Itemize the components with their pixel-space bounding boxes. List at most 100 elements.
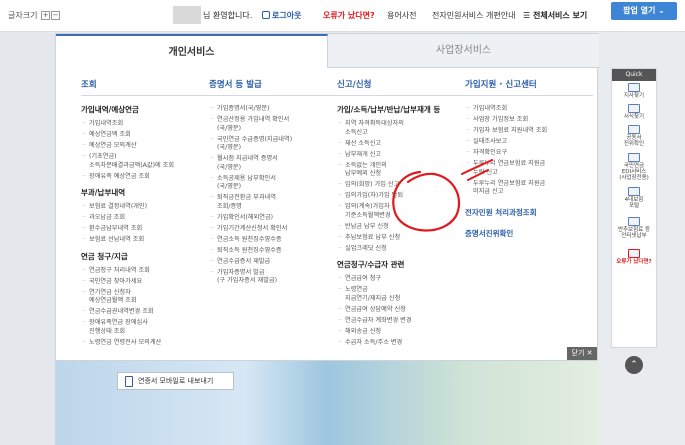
menu-link[interactable]: 소득없는 개인의 납부예외 신청	[337, 162, 465, 179]
glossary-link[interactable]: 용어사전	[387, 10, 416, 21]
certificate-verify-link[interactable]: 증명서진위확인	[465, 228, 593, 239]
quick-menu: Quick 지사찾기 서식찾기 공동서 진위확인 국민연금 EDI서비스 (사업…	[611, 68, 657, 348]
menu-link[interactable]: 두루누리 연금보험료 지원금 미지급 신고	[465, 180, 593, 197]
menu-link[interactable]: 보험료 선납내역 조회	[81, 236, 209, 245]
section-title: 가입/소득/납부/반납/납부재개 등	[337, 105, 441, 114]
column-certificate: 증명서 등 발급 가입증명서(국/영문) 연금산정용 가입내역 확인서 (국/영…	[209, 78, 337, 288]
menu-link[interactable]: 연금급여 청구	[337, 275, 465, 284]
welcome-text: 님 환영합니다.	[203, 11, 253, 20]
all-services-link[interactable]: ☰ 전체서비스 보기	[523, 10, 587, 21]
top-bar: 글자크기 + − 님 환영합니다. 로그아웃 오류가 났다면? 용어사전 전자민원…	[0, 0, 685, 32]
error-report-link[interactable]: 오류가 났다면?	[323, 10, 375, 21]
menu-link[interactable]: 지역 자격취득대상자의 소득신고	[337, 120, 465, 137]
quick-label: 서식찾기	[623, 114, 645, 120]
quick-error-report[interactable]: 오류가 났다면?	[612, 247, 656, 268]
mobile-export-label: 연증서 모바일로 내보내기	[138, 377, 214, 385]
column-inquiry: 조회 가입내역/예상연금 가입내역조회 예상연금액 조회 예상연금 모의계산 (…	[81, 78, 209, 350]
menu-link[interactable]: 수급자 소득/주소 변경	[337, 339, 465, 348]
menu-link[interactable]: 노령연금 연령전사 모의계산	[81, 339, 209, 348]
close-label: 닫기	[571, 349, 585, 357]
tab-business[interactable]: 사업장서비스	[328, 34, 599, 68]
menu-link[interactable]: 환수금납부내역 조회	[81, 225, 209, 234]
menu-link[interactable]: 연금수급증서 재발급	[209, 258, 337, 267]
quick-payment[interactable]: 반추보험료 등 인터넷납부	[612, 215, 656, 247]
quick-form-finder[interactable]: 서식찾기	[612, 102, 656, 123]
menu-link[interactable]: 자격확인요구	[465, 149, 593, 158]
menu-link[interactable]: 연금급여 상담예약 신청	[337, 306, 465, 315]
menu-link[interactable]: 실태조사보고	[465, 138, 593, 147]
font-size-label: 글자크기	[8, 11, 38, 20]
user-name-blurred	[173, 6, 201, 24]
menu-link[interactable]: 장애유족 예상연금 조회	[81, 173, 209, 182]
quick-branch-finder[interactable]: 지사찾기	[612, 81, 656, 102]
quick-label: 공동서 진위확인	[623, 135, 645, 147]
popup-label: 팝업 열기	[623, 6, 656, 15]
menu-link[interactable]: 반납금 납부 신청	[337, 223, 465, 232]
quick-verify[interactable]: 공동서 진위확인	[612, 123, 656, 151]
quick-edi[interactable]: 국민연금 EDI서비스 (사업장전용)	[612, 151, 656, 185]
menu-link[interactable]: 퇴직금전환금 부과내역 조회/증명	[209, 194, 337, 211]
quick-label: 국민연금 EDI서비스 (사업장전용)	[619, 163, 649, 181]
menu-link[interactable]: 사업장 가입정보 조회	[465, 116, 593, 125]
portal-info-link[interactable]: 전자민원서비스 개편안내	[432, 10, 516, 21]
logout-button[interactable]: 로그아웃	[262, 10, 301, 21]
menu-link[interactable]: 연금수급자 계좌변경 변경	[337, 317, 465, 326]
menu-link[interactable]: 보험료 결정내역(개인)	[81, 203, 209, 212]
close-icon: ✕	[586, 349, 593, 357]
menu-link[interactable]: 가입내역조회	[81, 120, 209, 129]
menu-link[interactable]: 퇴직소득 원천징수영수증	[209, 247, 337, 256]
menu-icon: ☰	[523, 11, 533, 20]
menu-link[interactable]: 해외송금 신청	[337, 328, 465, 337]
menu-link[interactable]: 예상연금액 조회	[81, 131, 209, 140]
section-title: 가입내역/예상연금	[81, 105, 139, 114]
menu-link[interactable]: 국민연금 수급증명(지급내역) (국/영문)	[209, 136, 337, 153]
menu-link[interactable]: 예상연금 모의계산	[81, 142, 209, 151]
mobile-export-button[interactable]: 연증서 모바일로 내보내기	[117, 372, 234, 390]
menu-link[interactable]: 연금산정용 가입내역 확인서 (국/영문)	[209, 116, 337, 133]
menu-link[interactable]: 두루누리 연금보험료 지원금 누락 신고	[465, 160, 593, 177]
font-size-control: 글자크기 + −	[8, 10, 60, 21]
menu-link[interactable]: 실업크레딧 신청	[337, 245, 465, 254]
column-apply: 신고/신청 가입/소득/납부/반납/납부재개 등 지역 자격취득대상자의 소득신…	[337, 78, 465, 350]
font-plus-button[interactable]: +	[41, 11, 50, 20]
menu-link[interactable]: 가입자증명서 발급 (구 가입자증서 재발급)	[209, 269, 337, 286]
menu-link[interactable]: 소득공제용 납부확인서 (국/영문)	[209, 175, 337, 192]
section-title: 연금청구/수급자 관련	[337, 260, 405, 269]
portal-icon	[628, 187, 640, 196]
quick-4insurance[interactable]: 4대보험 포털	[612, 185, 656, 215]
menu-link[interactable]: 연기연금 신청자 예상연금월액 조회	[81, 289, 209, 306]
menu-link[interactable]: 연금소득 원천징수영수증	[209, 236, 337, 245]
menu-link[interactable]: 임의(계속)가입자 기준소득월액변경	[337, 203, 465, 220]
menu-link[interactable]: 장애유족연금 장애심사 진행상태 조회	[81, 319, 209, 336]
menu-link[interactable]: 가입증명서(국/영문)	[209, 105, 337, 114]
left-background	[0, 33, 55, 445]
menu-link[interactable]: 연금청구 처리내역 조회	[81, 267, 209, 276]
menu-link[interactable]: 노령연금 지급연기/재지급 신청	[337, 286, 465, 303]
document-icon	[628, 104, 640, 113]
menu-link[interactable]: 가입내역조회	[465, 105, 593, 114]
menu-link[interactable]: 납부재개 신고	[337, 151, 465, 160]
section-title: 부과/납부내역	[81, 188, 126, 197]
menu-link[interactable]: 가입기간계산신청서 확인서	[209, 225, 337, 234]
menu-link[interactable]: 임의가입(자)가입 탈퇴	[337, 192, 465, 201]
scroll-top-button[interactable]: ⌃	[625, 356, 643, 374]
menu-link[interactable]: 임의(희망) 가입 신고	[337, 181, 465, 190]
close-menu-button[interactable]: 닫기 ✕	[567, 347, 597, 360]
font-minus-button[interactable]: −	[51, 11, 60, 20]
mobile-icon	[125, 376, 133, 387]
tab-personal[interactable]: 개인서비스	[56, 34, 328, 68]
menu-link[interactable]: 과오납금 조회	[81, 214, 209, 223]
menu-link[interactable]: 가입자 보험료 지원내역 조회	[465, 127, 593, 136]
section-title: 연금 청구/지급	[81, 251, 128, 261]
menu-link[interactable]: (기초연금) 소득자분배결과금액(A값)에 조회	[81, 153, 209, 170]
menu-link[interactable]: 가입확인서(해외연금)	[209, 214, 337, 223]
complaint-process-link[interactable]: 전자민원 처리과정조회	[465, 207, 593, 218]
popup-open-button[interactable]: 팝업 열기 ⌄	[611, 2, 677, 20]
menu-link[interactable]: 연금수급권내역변경 조회	[81, 308, 209, 317]
menu-link[interactable]: 국민연금 찾아가세요	[81, 278, 209, 287]
logout-label: 로그아웃	[272, 11, 302, 20]
column-title: 신고/신청	[337, 78, 465, 96]
menu-link[interactable]: 추납보험료 납부 신청	[337, 234, 465, 243]
menu-link[interactable]: 월시점 지급내역 증명서 (국/영문)	[209, 155, 337, 172]
menu-link[interactable]: 재산 소득신고	[337, 140, 465, 149]
